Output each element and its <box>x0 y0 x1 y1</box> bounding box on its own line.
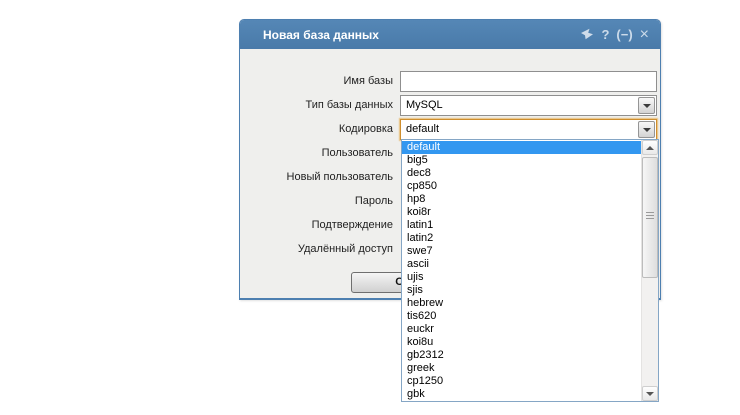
form-row-db-type: Тип базы данных MySQL <box>240 95 660 116</box>
form-row-encoding: Кодировка default <box>240 119 660 140</box>
chevron-down-icon <box>643 104 651 108</box>
encoding-label: Кодировка <box>240 119 393 140</box>
db-name-label: Имя базы <box>240 71 393 92</box>
encoding-select[interactable]: default <box>400 119 657 140</box>
scrollbar-grip-icon <box>646 212 654 221</box>
dropdown-option[interactable]: tis620 <box>402 310 641 323</box>
dropdown-option[interactable]: koi8r <box>402 206 641 219</box>
db-name-input[interactable] <box>400 71 657 92</box>
dropdown-scrollbar[interactable] <box>641 140 658 401</box>
dropdown-option[interactable]: euckr <box>402 323 641 336</box>
dialog-title: Новая база данных <box>240 28 379 42</box>
dropdown-option[interactable]: sjis <box>402 284 641 297</box>
dropdown-option[interactable]: koi8u <box>402 336 641 349</box>
dropdown-option[interactable]: gbk <box>402 388 641 401</box>
confirm-label: Подтверждение <box>240 215 393 236</box>
db-type-value: MySQL <box>401 96 637 115</box>
dropdown-option[interactable]: default <box>402 141 641 154</box>
chevron-down-icon <box>643 128 651 132</box>
dropdown-option[interactable]: gb2312 <box>402 349 641 362</box>
dropdown-option[interactable]: ujis <box>402 271 641 284</box>
form-row-db-name: Имя базы <box>240 71 660 92</box>
encoding-dropdown-button[interactable] <box>638 121 655 138</box>
scrollbar-thumb[interactable] <box>642 157 658 278</box>
collapse-icon[interactable]: (−) <box>616 28 632 41</box>
user-label: Пользователь <box>240 143 393 164</box>
triangle-down-icon <box>646 392 654 396</box>
help-icon[interactable]: ? <box>601 28 609 41</box>
titlebar-icons: ? (−) × <box>580 20 649 49</box>
password-label: Пароль <box>240 191 393 212</box>
encoding-value: default <box>401 120 637 139</box>
encoding-dropdown-list: defaultbig5dec8cp850hp8koi8rlatin1latin2… <box>401 139 659 402</box>
dropdown-option[interactable]: hebrew <box>402 297 641 310</box>
dropdown-option[interactable]: swe7 <box>402 245 641 258</box>
db-type-label: Тип базы данных <box>240 95 393 116</box>
dropdown-option[interactable]: cp1250 <box>402 375 641 388</box>
scroll-up-button[interactable] <box>642 140 658 155</box>
triangle-up-icon <box>646 146 654 150</box>
dropdown-option[interactable]: big5 <box>402 154 641 167</box>
hint-hand-icon[interactable] <box>580 28 594 42</box>
close-icon[interactable]: × <box>640 27 649 43</box>
dropdown-option[interactable]: hp8 <box>402 193 641 206</box>
dropdown-option[interactable]: greek <box>402 362 641 375</box>
encoding-options: defaultbig5dec8cp850hp8koi8rlatin1latin2… <box>402 140 641 401</box>
new-user-label: Новый пользователь <box>240 167 393 188</box>
dropdown-option[interactable]: latin2 <box>402 232 641 245</box>
remote-access-label: Удалённый доступ <box>240 239 393 260</box>
dropdown-option[interactable]: ascii <box>402 258 641 271</box>
dropdown-option[interactable]: latin1 <box>402 219 641 232</box>
db-type-dropdown-button[interactable] <box>638 97 655 114</box>
dropdown-option[interactable]: cp850 <box>402 180 641 193</box>
dialog-titlebar: Новая база данных ? (−) × <box>240 20 660 49</box>
db-type-select[interactable]: MySQL <box>400 95 657 116</box>
scroll-down-button[interactable] <box>642 386 658 401</box>
hint-hand-icon-svg <box>580 28 594 40</box>
dropdown-option[interactable]: dec8 <box>402 167 641 180</box>
